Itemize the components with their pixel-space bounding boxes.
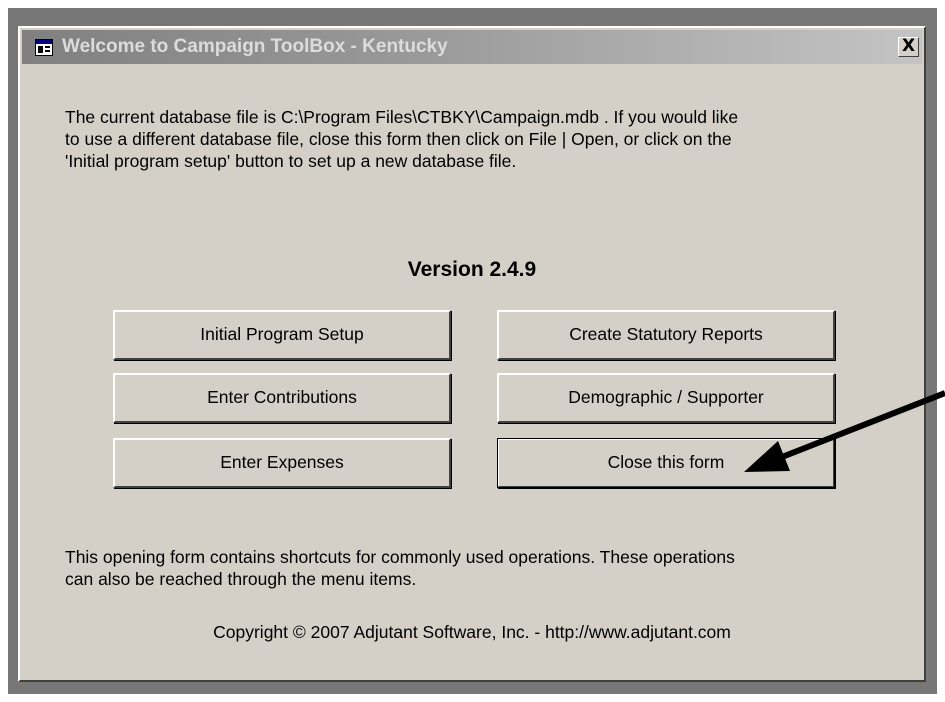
close-window-button[interactable]: X [898, 37, 919, 57]
database-info-text: The current database file is C:\Program … [65, 106, 895, 172]
title-bar[interactable]: Welcome to Campaign ToolBox - Kentucky X [22, 30, 922, 64]
copyright-text: Copyright © 2007 Adjutant Software, Inc.… [213, 622, 731, 642]
close-icon: X [901, 36, 916, 56]
footer-line: This opening form contains shortcuts for… [65, 547, 735, 567]
intro-line: to use a different database file, close … [65, 129, 732, 149]
footer-line: can also be reached through the menu ite… [65, 569, 417, 589]
window-app-icon [35, 39, 53, 56]
welcome-dialog: Welcome to Campaign ToolBox - Kentucky X… [18, 26, 926, 682]
demographic-supporter-button[interactable]: Demographic / Supporter [497, 373, 835, 423]
initial-program-setup-button[interactable]: Initial Program Setup [113, 310, 451, 360]
shortcuts-info-text: This opening form contains shortcuts for… [65, 546, 905, 590]
enter-expenses-button[interactable]: Enter Expenses [113, 438, 451, 488]
close-this-form-button[interactable]: Close this form [497, 438, 835, 488]
enter-contributions-button[interactable]: Enter Contributions [113, 373, 451, 423]
version-label: Version 2.4.9 [407, 258, 537, 281]
intro-line: The current database file is C:\Program … [65, 107, 739, 127]
create-statutory-reports-button[interactable]: Create Statutory Reports [497, 310, 835, 360]
window-title: Welcome to Campaign ToolBox - Kentucky [62, 36, 448, 57]
intro-line: 'Initial program setup' button to set up… [65, 151, 517, 171]
